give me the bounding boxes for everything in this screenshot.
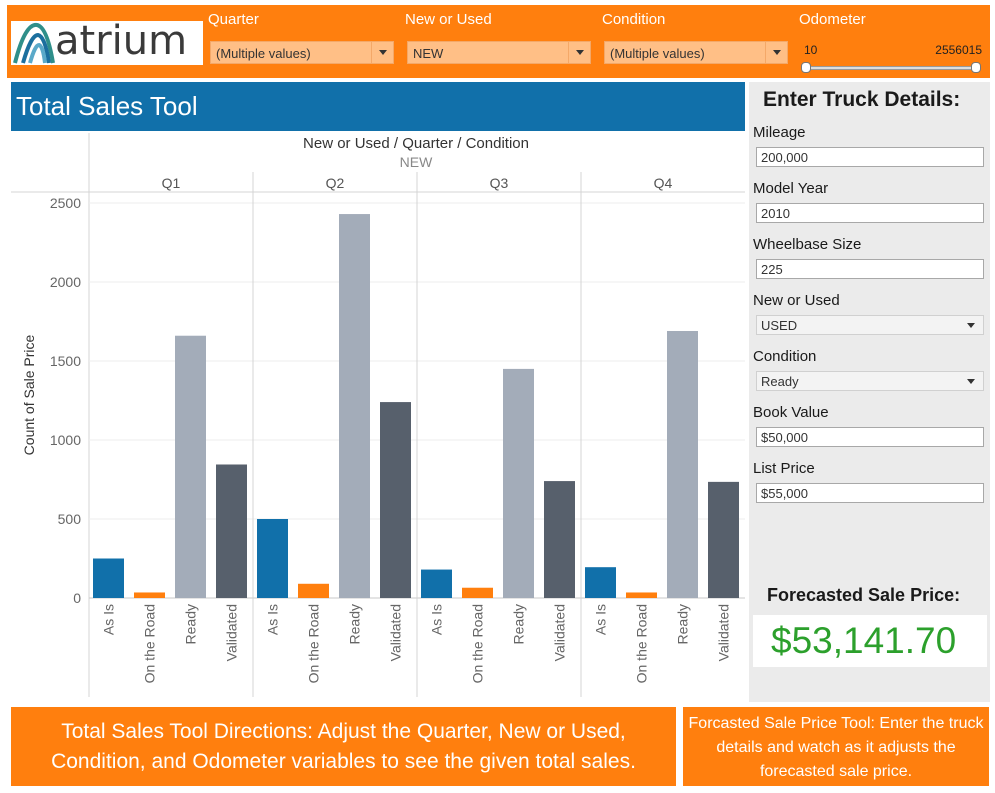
odometer-filter-label: Odometer [799,11,866,28]
mileage-input[interactable]: 200,000 [756,147,984,167]
category-label: Ready [675,604,691,644]
book-value-input[interactable]: $50,000 [756,427,984,447]
chart-header: New or Used / Quarter / Condition [303,135,529,152]
truck-details-panel: Enter Truck Details: Mileage 200,000 Mod… [749,82,990,702]
forecast-value-box: $53,141.70 [753,615,987,667]
odometer-filter: Odometer 10 2556015 [799,11,983,75]
category-label: Validated [552,604,568,661]
condition-select-value: Ready [761,374,799,389]
wheelbase-label: Wheelbase Size [753,236,862,253]
model-year-label: Model Year [753,180,829,197]
forecast-tool-directions: Forcasted Sale Price Tool: Enter the tru… [683,707,989,786]
sales-bar-chart: New or Used / Quarter / Condition NEW Co… [11,133,745,697]
odometer-slider-track[interactable] [803,66,975,70]
new-or-used-label: New or Used [753,292,840,309]
odometer-slider-min-handle[interactable] [801,62,811,73]
category-label: Ready [347,604,363,644]
panel-title: Enter Truck Details: [763,88,961,111]
category-label: On the Road [470,604,486,683]
forecast-label: Forecasted Sale Price: [767,585,961,605]
bar-q4-ready [667,330,698,598]
list-price-label: List Price [753,460,815,477]
chart-bars [93,214,739,598]
new-or-used-select-value: USED [761,318,798,333]
category-label: As Is [429,604,445,635]
category-label: As Is [593,604,609,635]
bar-q1-validated [216,464,247,598]
chart-subheader: NEW [400,154,433,170]
y-axis-label: Count of Sale Price [21,334,37,455]
bar-q1-as-is [93,558,124,598]
category-label: Ready [183,604,199,644]
chevron-down-icon [967,323,975,328]
bar-q3-validated [544,481,575,598]
y-tick-label: 1500 [50,353,81,369]
category-label: On the Road [634,604,650,683]
category-label: Validated [716,604,732,661]
odometer-max-value: 2556015 [935,43,982,57]
book-value-label: Book Value [753,404,829,421]
panel-header-q4: Q4 [654,175,673,191]
category-label: Ready [511,604,527,644]
model-year-input[interactable]: 2010 [756,203,984,223]
bar-q2-as-is [257,519,288,598]
category-label: As Is [265,604,281,635]
bar-q3-ready [503,368,534,598]
odometer-slider-max-handle[interactable] [971,62,981,73]
category-label: As Is [101,604,117,635]
category-label: On the Road [306,604,322,683]
new-or-used-select[interactable]: USED [756,315,984,335]
bar-q4-as-is [585,567,616,598]
bar-q3-as-is [421,569,452,598]
forecast-value: $53,141.70 [771,620,957,661]
mileage-label: Mileage [753,124,806,141]
category-label: Validated [388,604,404,661]
bar-q2-on-the-road [298,583,329,598]
bar-q4-on-the-road [626,592,657,598]
y-tick-label: 0 [73,590,81,606]
y-tick-label: 500 [58,511,82,527]
chevron-down-icon [773,50,781,55]
sales-tool-directions: Total Sales Tool Directions: Adjust the … [11,707,676,786]
bar-q1-ready [175,335,206,598]
bar-q2-ready [339,214,370,598]
category-label: Validated [224,604,240,661]
list-price-input[interactable]: $55,000 [756,483,984,503]
odometer-min-value: 10 [804,43,818,57]
bar-q3-on-the-road [462,587,493,598]
category-label: On the Road [142,604,158,683]
wheelbase-input[interactable]: 225 [756,259,984,279]
condition-dropdown-button[interactable] [765,42,787,63]
bar-q2-validated [380,402,411,598]
y-tick-label: 1000 [50,432,81,448]
condition-label: Condition [753,348,817,365]
chevron-down-icon [967,379,975,384]
y-tick-label: 2000 [50,274,81,290]
condition-select[interactable]: Ready [756,371,984,391]
panel-header-q1: Q1 [162,175,181,191]
panel-header-q3: Q3 [490,175,509,191]
bar-q1-on-the-road [134,592,165,598]
y-tick-label: 2500 [50,195,81,211]
panel-header-q2: Q2 [326,175,345,191]
bar-q4-validated [708,481,739,598]
